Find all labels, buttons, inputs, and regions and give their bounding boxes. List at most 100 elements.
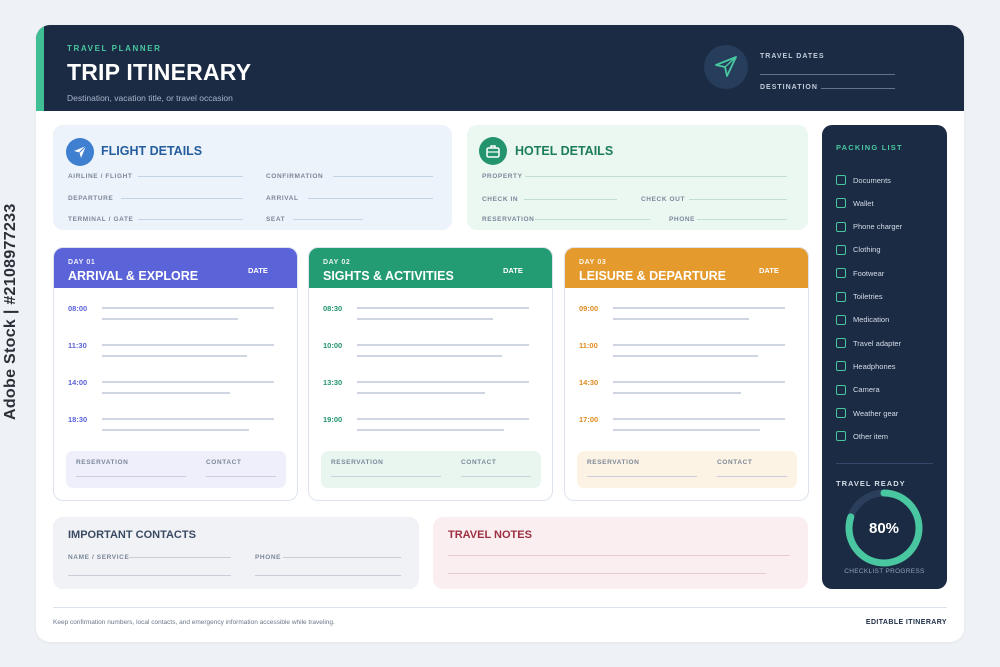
packing-item-label: Phone charger	[853, 222, 903, 232]
checkbox-icon[interactable]	[836, 384, 846, 395]
activity-line[interactable]	[357, 318, 493, 320]
packing-item[interactable]: Travel adapter	[836, 337, 901, 349]
time-slot: 08:30	[323, 304, 343, 313]
activity-line[interactable]	[102, 355, 247, 357]
packing-item[interactable]: Weather gear	[836, 407, 898, 419]
check-in-label: CHECK IN	[482, 196, 519, 203]
reservation-field[interactable]	[331, 476, 441, 477]
seat-label: SEAT	[266, 216, 286, 223]
contact-field[interactable]	[717, 476, 787, 477]
activity-line[interactable]	[102, 418, 274, 420]
activity-line[interactable]	[357, 381, 529, 383]
packing-item[interactable]: Wallet	[836, 197, 874, 209]
hotel-details-title: HOTEL DETAILS	[515, 144, 614, 158]
reservation-field[interactable]	[76, 476, 186, 477]
activity-line[interactable]	[102, 381, 274, 383]
activity-line[interactable]	[357, 307, 529, 309]
reservation-field[interactable]	[535, 219, 650, 220]
airline-field[interactable]	[138, 176, 243, 177]
check-out-label: CHECK OUT	[641, 196, 686, 203]
packing-item-label: Wallet	[853, 198, 874, 208]
time-slot: 14:00	[68, 378, 88, 387]
header-accent-bar	[36, 25, 44, 111]
confirmation-field[interactable]	[333, 176, 433, 177]
checklist-progress-caption: CHECKLIST PROGRESS	[844, 568, 925, 575]
checkbox-icon[interactable]	[836, 338, 846, 349]
activity-line[interactable]	[613, 344, 785, 346]
contacts-phone-field[interactable]	[283, 557, 401, 558]
travel-ready-value: 80%	[868, 520, 900, 537]
plane-icon	[66, 138, 94, 166]
activity-line[interactable]	[613, 392, 741, 394]
packing-item[interactable]: Phone charger	[836, 221, 902, 233]
phone-field[interactable]	[697, 219, 787, 220]
checkbox-icon[interactable]	[836, 198, 846, 209]
reservation-label: RESERVATION	[331, 459, 384, 466]
activity-line[interactable]	[357, 355, 502, 357]
seat-field[interactable]	[293, 219, 363, 220]
flight-details-card: FLIGHT DETAILS AIRLINE / FLIGHT CONFIRMA…	[53, 125, 452, 230]
arrival-field[interactable]	[308, 198, 433, 199]
day-number: DAY 03	[579, 259, 607, 266]
checkbox-icon[interactable]	[836, 268, 846, 279]
reservation-field[interactable]	[587, 476, 697, 477]
activity-line[interactable]	[613, 429, 760, 431]
packing-item[interactable]: Toiletries	[836, 291, 883, 303]
packing-item[interactable]: Camera	[836, 384, 880, 396]
packing-item[interactable]: Other item	[836, 430, 888, 442]
activity-line[interactable]	[613, 355, 758, 357]
packing-item[interactable]: Headphones	[836, 360, 896, 372]
page-subtitle: Destination, vacation title, or travel o…	[67, 93, 233, 103]
packing-item-label: Travel adapter	[853, 338, 902, 348]
terminal-field[interactable]	[138, 219, 243, 220]
packing-item[interactable]: Documents	[836, 174, 891, 186]
activity-line[interactable]	[613, 418, 785, 420]
destination-field[interactable]	[821, 88, 895, 89]
activity-line[interactable]	[102, 429, 249, 431]
activity-line[interactable]	[613, 381, 785, 383]
activity-line[interactable]	[357, 418, 529, 420]
notes-line-1[interactable]	[448, 555, 790, 556]
activity-line[interactable]	[102, 392, 230, 394]
activity-line[interactable]	[357, 429, 504, 431]
contacts-name-field[interactable]	[129, 557, 231, 558]
contacts-name-field-2[interactable]	[68, 575, 231, 576]
property-field[interactable]	[525, 176, 787, 177]
packing-item[interactable]: Footwear	[836, 267, 884, 279]
activity-line[interactable]	[613, 307, 785, 309]
checkbox-icon[interactable]	[836, 244, 846, 255]
page-title: TRIP ITINERARY	[67, 59, 252, 85]
packing-item[interactable]: Medication	[836, 314, 889, 326]
checkbox-icon[interactable]	[836, 291, 846, 302]
checkbox-icon[interactable]	[836, 221, 846, 232]
checkbox-icon[interactable]	[836, 314, 846, 325]
checkbox-icon[interactable]	[836, 361, 846, 372]
activity-line[interactable]	[357, 344, 529, 346]
check-out-field[interactable]	[689, 199, 787, 200]
contact-field[interactable]	[206, 476, 276, 477]
activity-line[interactable]	[102, 344, 274, 346]
contact-field[interactable]	[461, 476, 531, 477]
day-header: DAY 01 ARRIVAL & EXPLORE DATE	[54, 248, 297, 288]
checkbox-icon[interactable]	[836, 408, 846, 418]
packing-item[interactable]: Clothing	[836, 244, 881, 256]
time-slot: 08:00	[68, 304, 88, 313]
checkbox-icon[interactable]	[836, 431, 846, 442]
activity-line[interactable]	[102, 307, 274, 309]
notes-line-2[interactable]	[448, 573, 766, 574]
packing-item-label: Other item	[853, 431, 889, 441]
time-slot: 17:00	[579, 415, 599, 424]
contacts-phone-label: PHONE	[255, 554, 282, 561]
check-in-field[interactable]	[524, 199, 617, 200]
packing-item-label: Toiletries	[853, 292, 883, 301]
activity-line[interactable]	[102, 318, 238, 320]
contacts-phone-field-2[interactable]	[255, 575, 401, 576]
departure-field[interactable]	[121, 198, 243, 199]
reservation-box: RESERVATION CONTACT	[321, 451, 541, 488]
checkbox-icon[interactable]	[836, 175, 846, 185]
travel-dates-field[interactable]	[760, 74, 895, 75]
departure-label: DEPARTURE	[68, 195, 114, 202]
activity-line[interactable]	[613, 318, 749, 320]
activity-line[interactable]	[357, 392, 485, 394]
contacts-name-label: NAME / SERVICE	[68, 554, 130, 561]
